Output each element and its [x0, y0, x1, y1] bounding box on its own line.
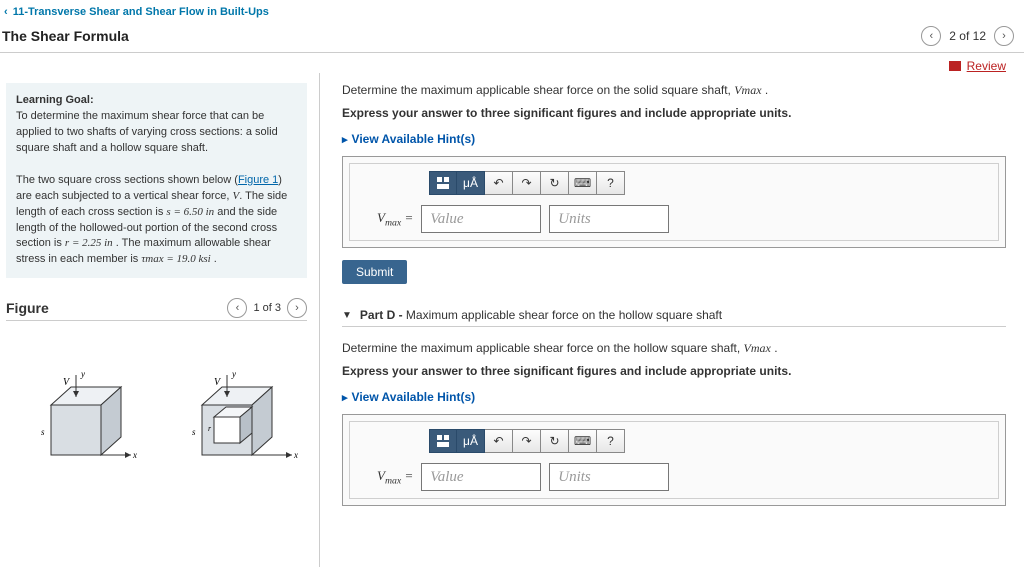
units-mu-button[interactable]: μÅ	[457, 429, 485, 453]
partc-instruction: Express your answer to three significant…	[342, 106, 1006, 120]
desc-end: .	[211, 253, 217, 265]
prev-item-button[interactable]: ‹	[921, 26, 941, 46]
svg-text:y: y	[231, 369, 236, 379]
solid-cube-diagram: V y x s	[31, 375, 131, 475]
learning-goal-label: Learning Goal:	[16, 94, 94, 106]
left-panel: Learning Goal: To determine the maximum …	[0, 73, 320, 567]
partc-submit-button[interactable]: Submit	[342, 260, 407, 284]
partd-hints-link[interactable]: View Available Hint(s)	[342, 390, 475, 404]
right-panel: Determine the maximum applicable shear f…	[320, 73, 1024, 567]
partd-value-input[interactable]: Value	[421, 463, 541, 491]
review-link[interactable]: Review	[949, 59, 1006, 73]
partc-answer-box: μÅ ↶ ↷ ↻ ⌨ ? Vmax = Value Units	[342, 156, 1006, 248]
partd-label: Part D -	[360, 308, 406, 322]
partd-units-input[interactable]: Units	[549, 463, 669, 491]
figure-1-link[interactable]: Figure 1	[238, 174, 278, 186]
figure-prev-button[interactable]: ‹	[227, 298, 247, 318]
partd-header[interactable]: ▼ Part D - Maximum applicable shear forc…	[342, 308, 1006, 327]
partc-value-input[interactable]: Value	[421, 205, 541, 233]
reset-icon[interactable]: ↻	[541, 171, 569, 195]
item-pager: ‹ 2 of 12 ›	[921, 26, 1014, 46]
help-icon[interactable]: ?	[597, 171, 625, 195]
partd-answer-box: μÅ ↶ ↷ ↻ ⌨ ? Vmax = Value Units	[342, 414, 1006, 506]
svg-text:s: s	[41, 427, 45, 437]
partc-lhs: Vmax =	[377, 210, 413, 229]
svg-text:y: y	[80, 369, 85, 379]
undo-icon[interactable]: ↶	[485, 171, 513, 195]
partd-toolbar: μÅ ↶ ↷ ↻ ⌨ ?	[429, 429, 625, 453]
partd-title: Maximum applicable shear force on the ho…	[406, 308, 722, 322]
figure-label: Figure	[6, 300, 49, 316]
eq-s: s = 6.50 in	[166, 206, 214, 218]
figure-header: Figure ‹ 1 of 3 ›	[6, 296, 307, 321]
eq-tau: τmax = 19.0 ksi	[141, 253, 210, 265]
next-item-button[interactable]: ›	[994, 26, 1014, 46]
svg-text:s: s	[192, 427, 196, 437]
partc-hints-link[interactable]: View Available Hint(s)	[342, 132, 475, 146]
figure-pager-text: 1 of 3	[253, 302, 281, 314]
pager-text: 2 of 12	[949, 29, 986, 43]
page-title: The Shear Formula	[2, 28, 129, 44]
partd-lhs: Vmax =	[377, 468, 413, 487]
units-mu-button[interactable]: μÅ	[457, 171, 485, 195]
review-text: Review	[967, 59, 1006, 73]
redo-icon[interactable]: ↷	[513, 429, 541, 453]
breadcrumb-text: 11-Transverse Shear and Shear Flow in Bu…	[13, 6, 269, 18]
svg-text:x: x	[132, 450, 137, 460]
title-bar: The Shear Formula ‹ 2 of 12 ›	[0, 22, 1024, 53]
partd-prompt: Determine the maximum applicable shear f…	[342, 341, 1006, 356]
collapse-icon: ▼	[342, 310, 352, 321]
back-icon: ‹	[4, 6, 8, 18]
flag-icon	[949, 61, 961, 71]
help-icon[interactable]: ?	[597, 429, 625, 453]
undo-icon[interactable]: ↶	[485, 429, 513, 453]
svg-text:V: V	[63, 377, 71, 388]
keyboard-icon[interactable]: ⌨	[569, 429, 597, 453]
partd-instruction: Express your answer to three significant…	[342, 364, 1006, 378]
learning-goal-box: Learning Goal: To determine the maximum …	[6, 83, 307, 278]
breadcrumb[interactable]: ‹ 11-Transverse Shear and Shear Flow in …	[0, 0, 1024, 22]
redo-icon[interactable]: ↷	[513, 171, 541, 195]
template-icon[interactable]	[429, 171, 457, 195]
template-icon[interactable]	[429, 429, 457, 453]
svg-text:x: x	[293, 450, 298, 460]
desc-pre: The two square cross sections shown belo…	[16, 174, 238, 186]
figure-area: V y x s V	[6, 321, 307, 501]
hollow-cube-diagram: V y x r s	[182, 375, 282, 475]
reset-icon[interactable]: ↻	[541, 429, 569, 453]
keyboard-icon[interactable]: ⌨	[569, 171, 597, 195]
svg-text:V: V	[214, 377, 222, 388]
eq-r: r = 2.25 in	[65, 237, 113, 249]
partc-prompt: Determine the maximum applicable shear f…	[342, 83, 1006, 98]
partc-toolbar: μÅ ↶ ↷ ↻ ⌨ ?	[429, 171, 625, 195]
figure-next-button[interactable]: ›	[287, 298, 307, 318]
partc-units-input[interactable]: Units	[549, 205, 669, 233]
learning-goal-text: To determine the maximum shear force tha…	[16, 110, 278, 154]
